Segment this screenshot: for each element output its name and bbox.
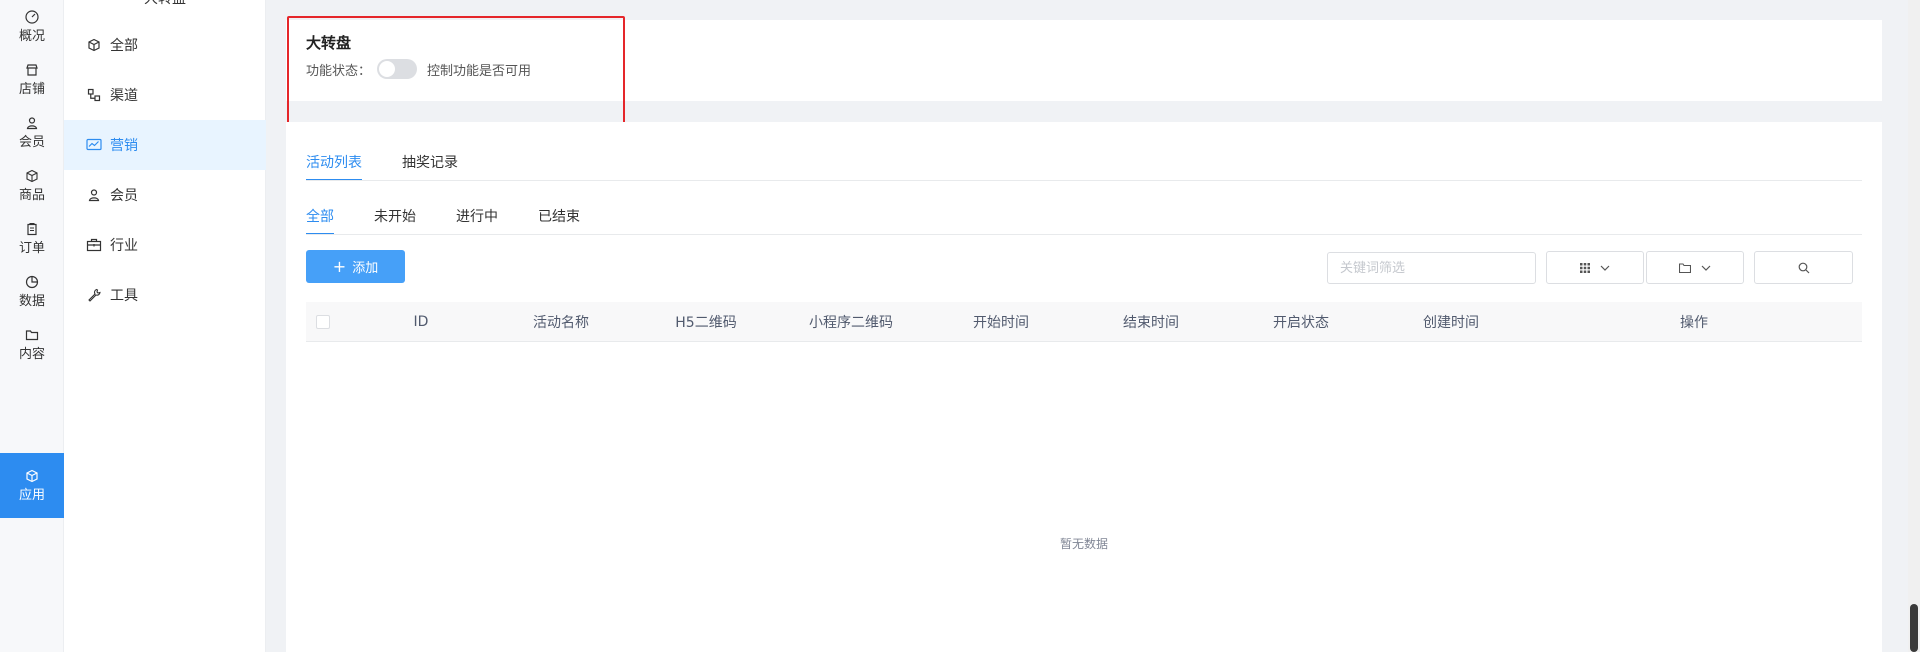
rail-item-apps[interactable]: 应用 — [0, 453, 64, 518]
menu-item-label: 渠道 — [110, 88, 138, 104]
menu-item-label: 工具 — [110, 288, 138, 304]
wrench-icon — [86, 287, 102, 303]
rail-item-content[interactable]: 内容 — [0, 312, 64, 377]
rail-item-label: 概况 — [18, 28, 45, 44]
main-tabs-divider — [306, 180, 1862, 181]
secondary-menu: 大转盘 全部 渠道 营销 会员 行业 工具 — [64, 0, 266, 652]
table-empty-text: 暂无数据 — [1060, 537, 1109, 551]
primary-nav-rail: 概况 店铺 会员 商品 订单 数据 内容 应用 — [0, 0, 64, 652]
rail-item-label: 会员 — [18, 134, 45, 150]
page-scrollbar-track — [1908, 0, 1920, 652]
menu-item-label: 营销 — [110, 138, 138, 154]
folder-icon — [1679, 262, 1691, 273]
store-icon — [24, 62, 40, 78]
menu-item-label: 行业 — [110, 238, 138, 254]
cube-icon — [86, 37, 102, 53]
menu-item-tools[interactable]: 工具 — [64, 270, 266, 320]
column-header-activity-name: 活动名称 — [533, 315, 589, 331]
column-header-h5-qrcode: H5二维码 — [675, 315, 737, 331]
submenu-title: 大转盘 — [64, 0, 266, 8]
rail-item-label: 数据 — [18, 293, 45, 309]
menu-item-industry[interactable]: 行业 — [64, 220, 266, 270]
column-header-start-time: 开始时间 — [973, 315, 1029, 331]
menu-item-marketing[interactable]: 营销 — [64, 120, 266, 170]
chevron-down-icon — [1600, 265, 1610, 271]
add-button[interactable]: + 添加 — [306, 250, 405, 283]
plus-icon: + — [332, 257, 347, 276]
filter-tabs: 全部 未开始 进行中 已结束 — [306, 198, 620, 235]
box-icon — [24, 168, 40, 184]
cube-icon — [24, 468, 40, 484]
menu-item-all[interactable]: 全部 — [64, 20, 266, 70]
user-icon — [24, 115, 40, 131]
rail-item-label: 商品 — [18, 187, 45, 203]
tab-activity-list[interactable]: 活动列表 — [306, 144, 362, 181]
rail-item-label: 店铺 — [18, 81, 45, 97]
feature-title: 大转盘 — [306, 34, 352, 52]
select-all-checkbox[interactable] — [316, 315, 330, 329]
menu-item-channel[interactable]: 渠道 — [64, 70, 266, 120]
dashboard-icon — [24, 9, 40, 25]
main-tabs: 活动列表 抽奖记录 — [306, 144, 498, 181]
column-header-enabled-status: 开启状态 — [1273, 315, 1329, 331]
rail-item-label: 应用 — [18, 487, 45, 503]
keyword-filter-input[interactable] — [1327, 252, 1536, 284]
column-header-actions: 操作 — [1680, 315, 1708, 331]
filter-tab-all[interactable]: 全部 — [306, 198, 334, 235]
feature-toggle-switch[interactable] — [377, 59, 418, 79]
filter-tab-ended[interactable]: 已结束 — [538, 198, 580, 234]
column-header-created-time: 创建时间 — [1423, 315, 1479, 331]
menu-item-label: 会员 — [110, 188, 138, 204]
rail-item-label: 内容 — [18, 346, 45, 362]
filter-tab-in-progress[interactable]: 进行中 — [456, 198, 498, 234]
menu-item-label: 全部 — [110, 38, 138, 54]
pie-chart-icon — [24, 274, 40, 290]
table-header: ID 活动名称 H5二维码 小程序二维码 开始时间 结束时间 开启状态 创建时间… — [306, 302, 1862, 342]
feature-hint: 控制功能是否可用 — [427, 63, 532, 79]
grid-view-dropdown-button[interactable] — [1546, 251, 1644, 284]
column-header-id: ID — [413, 314, 429, 330]
marketing-chart-icon — [86, 137, 102, 153]
filter-tabs-divider — [306, 234, 1862, 235]
add-button-label: 添加 — [352, 261, 379, 276]
grid-icon — [1580, 262, 1590, 273]
filter-tab-not-started[interactable]: 未开始 — [374, 198, 416, 234]
search-button[interactable] — [1754, 251, 1853, 284]
feature-status-row: 功能状态： 控制功能是否可用 — [306, 58, 531, 80]
clipboard-icon — [24, 221, 40, 237]
folder-icon — [24, 327, 40, 343]
user-icon — [86, 187, 102, 203]
briefcase-icon — [86, 237, 102, 253]
rail-item-label: 订单 — [18, 240, 45, 256]
search-icon — [1798, 262, 1810, 274]
feature-status-label: 功能状态： — [306, 63, 372, 79]
channel-icon — [86, 87, 102, 103]
page-scrollbar-thumb[interactable] — [1910, 604, 1918, 652]
chevron-down-icon — [1701, 265, 1711, 271]
menu-item-members[interactable]: 会员 — [64, 170, 266, 220]
folder-dropdown-button[interactable] — [1646, 251, 1744, 284]
column-header-end-time: 结束时间 — [1123, 315, 1179, 331]
column-header-miniprogram-qrcode: 小程序二维码 — [809, 315, 893, 331]
tab-lottery-records[interactable]: 抽奖记录 — [402, 144, 458, 180]
